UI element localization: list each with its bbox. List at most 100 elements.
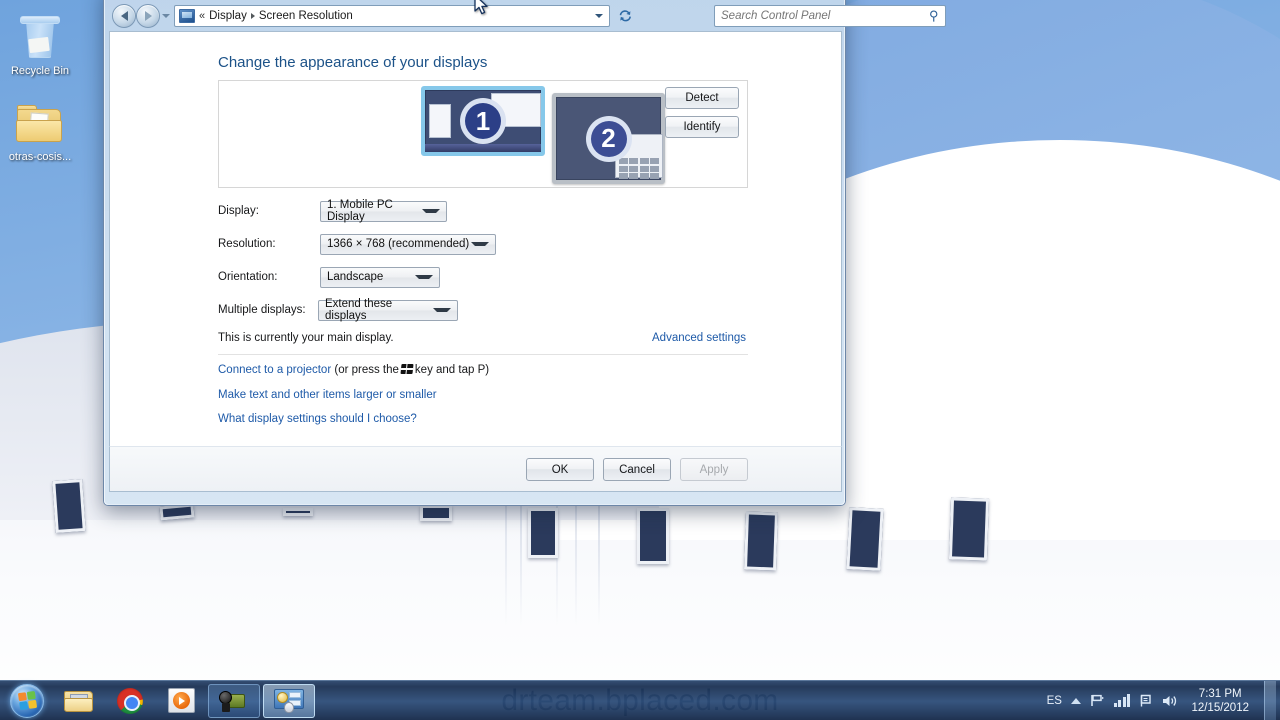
multiple-displays-dropdown-value: Extend these displays (325, 298, 433, 322)
make-text-larger-link[interactable]: Make text and other items larger or smal… (218, 389, 437, 401)
advanced-settings-link[interactable]: Advanced settings (652, 332, 746, 344)
back-button[interactable] (112, 4, 136, 28)
clock[interactable]: 7:31 PM 12/15/2012 (1187, 687, 1253, 715)
multiple-displays-dropdown[interactable]: Extend these displays (318, 300, 458, 321)
wallpaper-window (637, 508, 669, 564)
search-icon: ⚲ (929, 8, 939, 24)
monitor-preview-2[interactable]: 2 (552, 93, 665, 184)
address-bar[interactable]: « Display Screen Resolution (174, 5, 610, 27)
windows-key-icon (400, 364, 413, 374)
file-explorer-icon (64, 689, 94, 713)
start-button[interactable] (2, 682, 52, 720)
search-control-panel-box[interactable]: ⚲ (714, 5, 946, 27)
monitor-preview-1[interactable]: 1 (421, 86, 545, 156)
breadcrumb-display[interactable]: Display (209, 10, 247, 22)
taskbar[interactable]: ES (0, 680, 1280, 720)
field-label-orientation: Orientation: (218, 271, 320, 283)
display-dropdown-value: 1. Mobile PC Display (327, 199, 422, 223)
breadcrumb-separator-icon (251, 13, 255, 19)
desktop[interactable]: Recycle Bin otras-cosis... (0, 0, 1280, 720)
projector-hint-post: key and tap P) (415, 364, 489, 376)
field-display: Display: 1. Mobile PC Display (218, 200, 447, 222)
signal-bars-icon[interactable] (1114, 694, 1131, 707)
orientation-dropdown[interactable]: Landscape (320, 267, 440, 288)
resolution-dropdown[interactable]: 1366 × 768 (recommended) (320, 234, 496, 255)
window-content-area: Change the appearance of your displays (109, 31, 842, 446)
main-display-note: This is currently your main display. (218, 332, 394, 344)
taskbar-item-media-player[interactable] (157, 684, 205, 718)
breadcrumb-overflow-chevron[interactable]: « (199, 10, 205, 22)
mouse-cursor-icon (474, 0, 490, 18)
speaker-icon[interactable] (1162, 694, 1178, 708)
desktop-icon-label: otras-cosis... (9, 151, 71, 163)
clock-date: 12/15/2012 (1191, 701, 1249, 715)
field-multiple-displays: Multiple displays: Extend these displays (218, 299, 458, 321)
folder-icon (3, 100, 77, 148)
wallpaper-window (744, 511, 778, 570)
windows-start-orb-icon (10, 684, 44, 718)
field-orientation: Orientation: Landscape (218, 266, 440, 288)
identify-button[interactable]: Identify (665, 116, 739, 138)
recycle-bin-icon (3, 14, 77, 62)
taskbar-item-camcorder-recorder[interactable] (208, 684, 260, 718)
desktop-icon-folder[interactable]: otras-cosis... (3, 100, 77, 163)
screen-resolution-icon (274, 689, 304, 713)
desktop-icon-label: Recycle Bin (11, 65, 69, 77)
refresh-button[interactable] (614, 5, 636, 27)
chevron-down-icon (415, 275, 433, 279)
orientation-dropdown-value: Landscape (327, 271, 383, 283)
show-desktop-button[interactable] (1264, 681, 1276, 720)
display-dropdown[interactable]: 1. Mobile PC Display (320, 201, 447, 222)
system-tray[interactable]: ES (1047, 681, 1280, 720)
breadcrumb-screen-resolution[interactable]: Screen Resolution (259, 10, 353, 22)
forward-arrow-icon (145, 11, 152, 21)
forward-button[interactable] (136, 4, 160, 28)
desktop-icon-recycle-bin[interactable]: Recycle Bin (3, 14, 77, 77)
address-chevron-down-icon[interactable] (595, 14, 603, 18)
chevron-down-icon (433, 308, 451, 312)
wallpaper-streak (575, 485, 577, 625)
ok-button[interactable]: OK (526, 458, 594, 481)
wallpaper-streak (520, 495, 522, 625)
connect-to-projector-line: Connect to a projector (or press the key … (218, 364, 489, 376)
recent-pages-chevron-down-icon[interactable] (162, 14, 170, 18)
detect-button[interactable]: Detect (665, 87, 739, 109)
screen-resolution-window[interactable]: « Display Screen Resolution ⚲ (103, 0, 846, 506)
mini-window-left (429, 104, 451, 138)
taskbar-item-google-chrome[interactable] (106, 684, 154, 718)
wallpaper-window (846, 507, 883, 571)
network-flag-icon[interactable] (1090, 694, 1105, 707)
window-footer: OK Cancel Apply (109, 446, 842, 492)
taskbar-item-file-explorer[interactable] (55, 684, 103, 718)
taskbar-item-screen-resolution[interactable] (263, 684, 315, 718)
connect-to-projector-link[interactable]: Connect to a projector (218, 364, 331, 376)
what-display-settings-link[interactable]: What display settings should I choose? (218, 413, 417, 425)
monitor-number-label: 2 (586, 116, 632, 162)
language-indicator[interactable]: ES (1047, 695, 1062, 707)
cancel-button[interactable]: Cancel (603, 458, 671, 481)
display-icon (179, 9, 195, 23)
action-center-flag-icon[interactable] (1139, 694, 1153, 708)
wallpaper-window (159, 504, 194, 521)
clock-time: 7:31 PM (1191, 687, 1249, 701)
refresh-icon (618, 9, 633, 23)
wallpaper-window (528, 508, 558, 558)
wallpaper-window (949, 497, 989, 560)
wallpaper-streak (598, 505, 600, 625)
content-separator (218, 354, 748, 355)
page-title: Change the appearance of your displays (218, 54, 487, 71)
search-input[interactable] (721, 10, 929, 22)
chevron-up-icon[interactable] (1071, 698, 1081, 704)
wallpaper-window (420, 505, 452, 521)
projector-hint-pre: (or press the (334, 364, 399, 376)
wallpaper-window (283, 508, 313, 516)
field-label-multiple-displays: Multiple displays: (218, 304, 318, 316)
media-player-icon (168, 688, 195, 713)
field-resolution: Resolution: 1366 × 768 (recommended) (218, 233, 496, 255)
wallpaper-window (52, 479, 86, 533)
apply-button: Apply (680, 458, 748, 481)
camcorder-recorder-icon (219, 690, 249, 712)
back-arrow-icon (121, 11, 128, 21)
chevron-down-icon (422, 209, 440, 213)
chevron-down-icon (471, 242, 489, 246)
